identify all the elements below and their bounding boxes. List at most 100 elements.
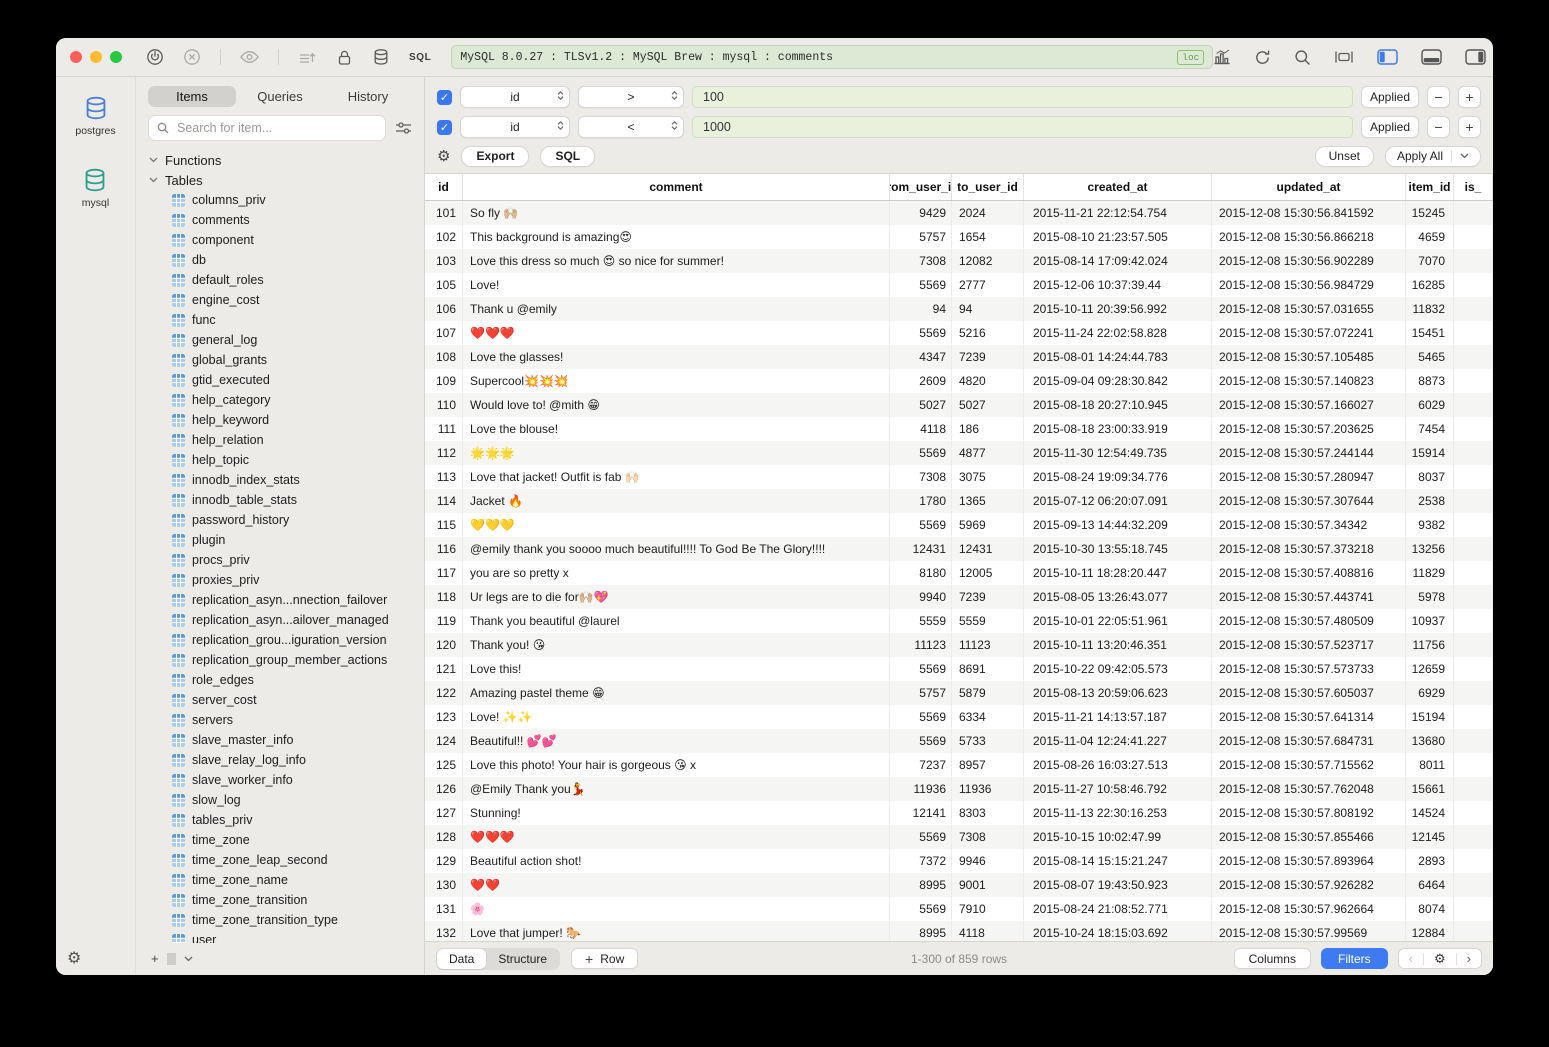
cell-is[interactable] — [1454, 513, 1493, 537]
sidebar-table-item[interactable]: time_zone_name — [149, 870, 424, 890]
cell-created-at[interactable]: 2015-08-07 19:43:50.923 — [1024, 873, 1212, 897]
cell-comment[interactable]: Love the blouse! — [463, 417, 890, 441]
cell-comment[interactable]: Love that jumper! 🐎 — [463, 921, 890, 941]
cell-created-at[interactable]: 2015-10-24 18:15:03.692 — [1024, 921, 1212, 941]
cell-to-user-id[interactable]: 4118 — [952, 921, 1024, 941]
cell-from-user-id[interactable]: 5027 — [890, 393, 952, 417]
cell-to-user-id[interactable]: 7239 — [952, 585, 1024, 609]
cell-from-user-id[interactable]: 7308 — [890, 465, 952, 489]
connection-mysql[interactable]: mysql — [82, 167, 109, 209]
cell-to-user-id[interactable]: 12431 — [952, 537, 1024, 561]
cell-is[interactable] — [1454, 873, 1493, 897]
cell-comment[interactable]: @Emily Thank you💃 — [463, 777, 890, 801]
cell-id[interactable]: 116 — [425, 537, 463, 561]
cell-to-user-id[interactable]: 9001 — [952, 873, 1024, 897]
cell-id[interactable]: 114 — [425, 489, 463, 513]
table-row[interactable]: 124 Beautiful!! 💕💕 5569 5733 2015-11-04 … — [425, 729, 1493, 753]
cell-updated-at[interactable]: 2015-12-08 15:30:57.031655 — [1212, 297, 1406, 321]
filter-enabled-checkbox[interactable]: ✓ — [437, 90, 452, 105]
cell-item-id[interactable]: 15661 — [1406, 777, 1454, 801]
cell-updated-at[interactable]: 2015-12-08 15:30:57.523717 — [1212, 633, 1406, 657]
add-filter-button[interactable]: + — [1458, 86, 1481, 108]
tree-group-functions[interactable]: Functions — [149, 150, 424, 170]
cell-from-user-id[interactable]: 11936 — [890, 777, 952, 801]
tab-history[interactable]: History — [324, 86, 412, 107]
cell-updated-at[interactable]: 2015-12-08 15:30:57.280947 — [1212, 465, 1406, 489]
table-row[interactable]: 116 @emily thank you soooo much beautifu… — [425, 537, 1493, 561]
table-row[interactable]: 123 Love! ✨✨ 5569 6334 2015-11-21 14:13:… — [425, 705, 1493, 729]
cell-item-id[interactable]: 8873 — [1406, 369, 1454, 393]
cell-item-id[interactable]: 15914 — [1406, 441, 1454, 465]
sidebar-table-item[interactable]: comments — [149, 210, 424, 230]
refresh-icon[interactable] — [1254, 49, 1271, 66]
table-row[interactable]: 120 Thank you! 😘 11123 11123 2015-10-11 … — [425, 633, 1493, 657]
table-row[interactable]: 125 Love this photo! Your hair is gorgeo… — [425, 753, 1493, 777]
cell-from-user-id[interactable]: 8995 — [890, 873, 952, 897]
cell-to-user-id[interactable]: 7239 — [952, 345, 1024, 369]
table-row[interactable]: 102 This background is amazing😍 5757 165… — [425, 225, 1493, 249]
sidebar-table-item[interactable]: db — [149, 250, 424, 270]
sidebar-table-item[interactable]: innodb_table_stats — [149, 490, 424, 510]
cell-from-user-id[interactable]: 5569 — [890, 657, 952, 681]
cell-id[interactable]: 126 — [425, 777, 463, 801]
filter-operator-select[interactable]: > — [578, 86, 684, 108]
sidebar-table-item[interactable]: user — [149, 930, 424, 943]
cell-created-at[interactable]: 2015-07-12 06:20:07.091 — [1024, 489, 1212, 513]
cell-is[interactable] — [1454, 921, 1493, 941]
cell-created-at[interactable]: 2015-11-13 22:30:16.253 — [1024, 801, 1212, 825]
table-row[interactable]: 103 Love this dress so much 😍 so nice fo… — [425, 249, 1493, 273]
filter-field-select[interactable]: id — [460, 86, 570, 108]
sidebar-table-item[interactable]: procs_priv — [149, 550, 424, 570]
cell-id[interactable]: 117 — [425, 561, 463, 585]
cell-updated-at[interactable]: 2015-12-08 15:30:57.926282 — [1212, 873, 1406, 897]
cell-comment[interactable]: Beautiful action shot! — [463, 849, 890, 873]
cell-updated-at[interactable]: 2015-12-08 15:30:57.307644 — [1212, 489, 1406, 513]
toggle-right-panel-icon[interactable] — [1465, 49, 1486, 65]
cell-created-at[interactable]: 2015-10-15 10:02:47.99 — [1024, 825, 1212, 849]
sidebar-table-item[interactable]: plugin — [149, 530, 424, 550]
cell-item-id[interactable]: 15245 — [1406, 201, 1454, 225]
cell-is[interactable] — [1454, 825, 1493, 849]
cell-is[interactable] — [1454, 441, 1493, 465]
sidebar-table-item[interactable]: slave_master_info — [149, 730, 424, 750]
cell-item-id[interactable]: 8011 — [1406, 753, 1454, 777]
add-item-button[interactable]: + — [147, 951, 163, 967]
cell-to-user-id[interactable]: 5559 — [952, 609, 1024, 633]
column-header-from-user-id[interactable]: from_user_id — [890, 174, 952, 200]
sidebar-table-item[interactable]: time_zone_transition_type — [149, 910, 424, 930]
cell-to-user-id[interactable]: 6334 — [952, 705, 1024, 729]
table-row[interactable]: 131 🌸 5569 7910 2015-08-24 21:08:52.771 … — [425, 897, 1493, 921]
tab-items[interactable]: Items — [148, 86, 236, 107]
column-header-is[interactable]: is_ — [1454, 174, 1493, 200]
cell-comment[interactable]: Thank you beautiful @laurel — [463, 609, 890, 633]
sidebar-table-item[interactable]: server_cost — [149, 690, 424, 710]
cell-id[interactable]: 112 — [425, 441, 463, 465]
cell-created-at[interactable]: 2015-10-11 18:28:20.447 — [1024, 561, 1212, 585]
cell-id[interactable]: 109 — [425, 369, 463, 393]
cell-from-user-id[interactable]: 12431 — [890, 537, 952, 561]
sidebar-table-item[interactable]: global_grants — [149, 350, 424, 370]
cell-comment[interactable]: Love this! — [463, 657, 890, 681]
sidebar-table-item[interactable]: replication_grou...iguration_version — [149, 630, 424, 650]
filter-enabled-checkbox[interactable]: ✓ — [437, 120, 452, 135]
cell-item-id[interactable]: 6929 — [1406, 681, 1454, 705]
cell-updated-at[interactable]: 2015-12-08 15:30:57.641314 — [1212, 705, 1406, 729]
filter-value-input[interactable]: 100 — [692, 86, 1353, 108]
cell-from-user-id[interactable]: 5569 — [890, 513, 952, 537]
table-row[interactable]: 121 Love this! 5569 8691 2015-10-22 09:4… — [425, 657, 1493, 681]
cell-item-id[interactable]: 6029 — [1406, 393, 1454, 417]
cell-from-user-id[interactable]: 11123 — [890, 633, 952, 657]
cell-from-user-id[interactable]: 4118 — [890, 417, 952, 441]
cell-is[interactable] — [1454, 849, 1493, 873]
cell-item-id[interactable]: 12145 — [1406, 825, 1454, 849]
cell-is[interactable] — [1454, 897, 1493, 921]
cell-from-user-id[interactable]: 5569 — [890, 273, 952, 297]
lock-icon[interactable] — [336, 49, 353, 66]
cell-is[interactable] — [1454, 561, 1493, 585]
sidebar-table-item[interactable]: replication_asyn...ailover_managed — [149, 610, 424, 630]
table-row[interactable]: 128 ❤️❤️❤️ 5569 7308 2015-10-15 10:02:47… — [425, 825, 1493, 849]
connection-path-field[interactable]: MySQL 8.0.27 : TLSv1.2 : MySQL Brew : my… — [451, 45, 1213, 69]
cell-updated-at[interactable]: 2015-12-08 15:30:57.480509 — [1212, 609, 1406, 633]
sidebar-table-item[interactable]: slow_log — [149, 790, 424, 810]
cell-comment[interactable]: Supercool💥💥💥 — [463, 369, 890, 393]
